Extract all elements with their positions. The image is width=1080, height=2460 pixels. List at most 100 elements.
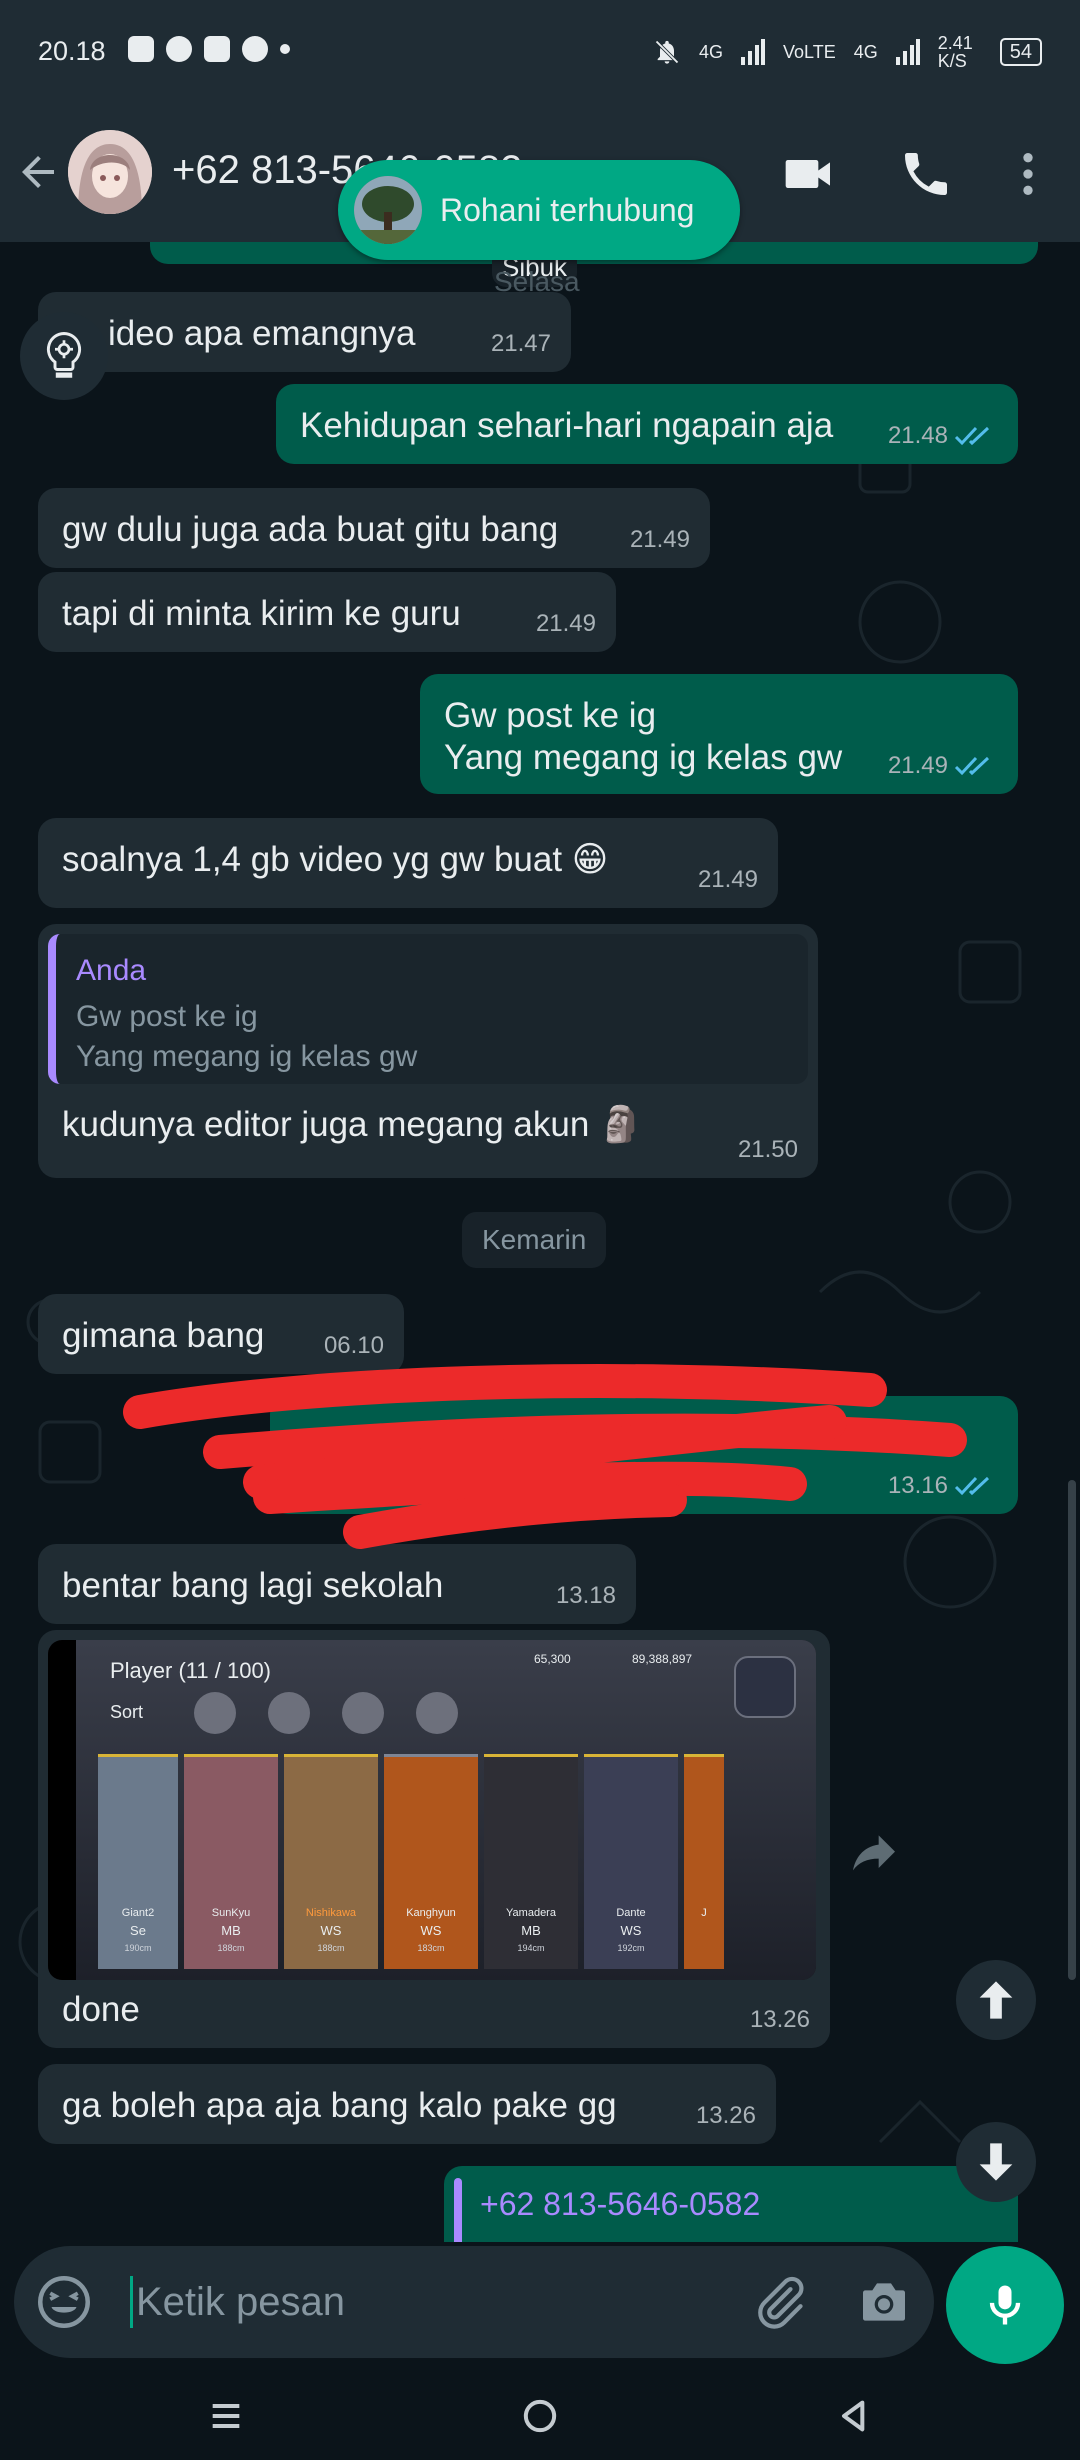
message-time: 21.47: [490, 330, 551, 357]
call-avatar: [354, 176, 422, 244]
message-bubble-incoming[interactable]: soalnya 1,4 gb video yg gw buat 😁 21.49: [38, 818, 778, 908]
emoji-icon[interactable]: [34, 2272, 94, 2332]
voice-message-button[interactable]: [946, 2246, 1064, 2364]
message-time: 13.26: [695, 2102, 756, 2129]
recent-apps-icon[interactable]: [206, 2396, 246, 2436]
home-circle-icon[interactable]: [520, 2396, 560, 2436]
gear-sort-icon: [268, 1692, 310, 1734]
player-name: J: [701, 1907, 707, 1919]
contact-number: +62 813-5646-0582: [480, 2186, 761, 2222]
message-bubble-incoming[interactable]: ga boleh apa aja bang kalo pake gg 13.26: [38, 2064, 776, 2144]
arrow-up-icon: [979, 1981, 1013, 2019]
player-position: WS: [420, 1923, 442, 1938]
game-currency-2: 89,388,897: [632, 1652, 693, 1666]
message-text: soalnya 1,4 gb video yg gw buat 😁: [62, 840, 609, 879]
youtube-notification-icon: [204, 36, 230, 62]
game-back-icon: [734, 1656, 796, 1718]
message-text: done: [62, 1990, 140, 2029]
player-position: WS: [620, 1923, 642, 1938]
game-currency-1: 65,300: [534, 1652, 571, 1666]
quoted-message[interactable]: Anda Gw post ke ig Yang megang ig kelas …: [48, 934, 808, 1084]
scroll-up-button[interactable]: [956, 1960, 1036, 2040]
phone-call-icon[interactable]: [898, 146, 954, 202]
chat-scrollbar[interactable]: [1068, 1480, 1076, 1980]
battery-indicator: 54: [999, 38, 1042, 66]
message-time: 21.49: [535, 610, 596, 637]
network-4g-label: 4G: [699, 41, 724, 62]
player-name: Giant2: [121, 1907, 155, 1919]
message-bubble-incoming-image[interactable]: Player (11 / 100) Sort 65,300 89,388,897…: [38, 1630, 830, 2048]
player-height: 188cm: [317, 1943, 345, 1953]
forward-icon[interactable]: [836, 1816, 912, 1892]
text-cursor: [130, 2276, 133, 2328]
message-bubble-outgoing[interactable]: Gw post ke ig Yang megang ig kelas gw 21…: [420, 674, 1018, 794]
message-bubble-incoming-reply[interactable]: Anda Gw post ke ig Yang megang ig kelas …: [38, 924, 818, 1178]
message-input-pill[interactable]: Ketik pesan: [14, 2246, 934, 2358]
player-card: SunKyu MB 188cm: [184, 1754, 278, 1969]
player-position: Se: [130, 1923, 146, 1938]
message-text: bentar bang lagi sekolah: [62, 1566, 444, 1605]
back-triangle-icon[interactable]: [834, 2396, 874, 2436]
notification-icons: [128, 36, 290, 62]
status-time: 20.18: [38, 36, 106, 66]
message-text: Kehidupan sehari-hari ngapain aja: [300, 406, 834, 445]
signal-icon-2: [895, 39, 920, 65]
lightbulb-icon[interactable]: [20, 312, 108, 400]
message-text-line-1: Gw post ke ig: [444, 696, 657, 735]
arrow-down-icon: [979, 2143, 1013, 2181]
player-height: 188cm: [217, 1943, 245, 1953]
network-speed: 2.41 K/S: [937, 33, 973, 71]
player-card: Dante WS 192cm: [584, 1754, 678, 1969]
message-time: 21.49: [887, 752, 948, 779]
refresh-sort-icon: [194, 1692, 236, 1734]
call-status-label: Rohani terhubung: [440, 191, 695, 228]
message-bubble-incoming[interactable]: ideo apa emangnya 21.47: [38, 292, 571, 372]
read-receipt-icon: [954, 426, 990, 446]
player-position: WS: [320, 1923, 342, 1938]
paperclip-icon[interactable]: [752, 2274, 808, 2330]
game-left-strip: [48, 1640, 76, 1980]
message-time: 21.50: [737, 1136, 798, 1163]
player-height: 183cm: [417, 1943, 445, 1953]
system-status-icons: 4G VoLTE 4G 2.41 K/S 54: [653, 34, 1042, 70]
messenger-notification-icon: [166, 36, 192, 62]
message-bubble-outgoing-contact[interactable]: +62 813-5646-0582: [444, 2166, 1018, 2242]
date-chip-kemarin: Kemarin: [462, 1212, 607, 1268]
contact-avatar[interactable]: [68, 130, 152, 214]
link-notification-icon: [242, 36, 268, 62]
player-card: Nishikawa WS 188cm: [284, 1754, 378, 1969]
player-name: SunKyu: [211, 1907, 251, 1919]
anime-avatar-icon: [68, 130, 152, 214]
message-meta: 21.48: [888, 422, 998, 450]
player-card: Giant2 Se 190cm: [98, 1754, 178, 1969]
volte-label: VoLTE: [783, 41, 836, 62]
message-text-line-2: Yang megang ig kelas gw: [444, 738, 843, 777]
ongoing-call-pill[interactable]: Rohani terhubung: [338, 160, 740, 260]
message-text: ga boleh apa aja bang kalo pake gg: [62, 2086, 617, 2125]
message-text: gimana bang: [62, 1316, 265, 1355]
message-bubble-outgoing[interactable]: Kehidupan sehari-hari ngapain aja 21.48: [276, 384, 1018, 464]
player-position: MB: [521, 1923, 541, 1938]
app-notification-icon: [128, 36, 154, 62]
player-card: Yamadera MB 194cm: [484, 1754, 578, 1969]
player-card: J: [684, 1754, 724, 1969]
message-text: kudunya editor juga megang akun 🗿: [62, 1105, 643, 1144]
message-bubble-incoming[interactable]: gw dulu juga ada buat gitu bang 21.49: [38, 488, 710, 568]
more-notifications-dot-icon: [280, 44, 290, 54]
quoted-line-2: Yang megang ig kelas gw: [76, 1040, 418, 1073]
player-height: 190cm: [124, 1943, 152, 1953]
microphone-icon: [989, 2285, 1021, 2325]
chat-area[interactable]: Sibuk Selasa ideo apa emangnya 21.47 Keh…: [0, 242, 1080, 2242]
message-input-placeholder[interactable]: Ketik pesan: [136, 2280, 345, 2325]
player-position: MB: [221, 1923, 241, 1938]
more-options-icon[interactable]: [1000, 146, 1056, 202]
message-bubble-incoming[interactable]: tapi di minta kirim ke guru 21.49: [38, 572, 616, 652]
camera-icon[interactable]: [856, 2274, 912, 2330]
video-call-icon[interactable]: [781, 146, 837, 202]
player-name: Yamadera: [506, 1907, 556, 1919]
quoted-author: Anda: [76, 954, 147, 987]
scroll-down-button[interactable]: [956, 2122, 1036, 2202]
game-screenshot-image[interactable]: Player (11 / 100) Sort 65,300 89,388,897…: [48, 1640, 816, 1980]
player-name: Dante: [616, 1907, 646, 1919]
back-arrow-icon[interactable]: [14, 148, 62, 196]
